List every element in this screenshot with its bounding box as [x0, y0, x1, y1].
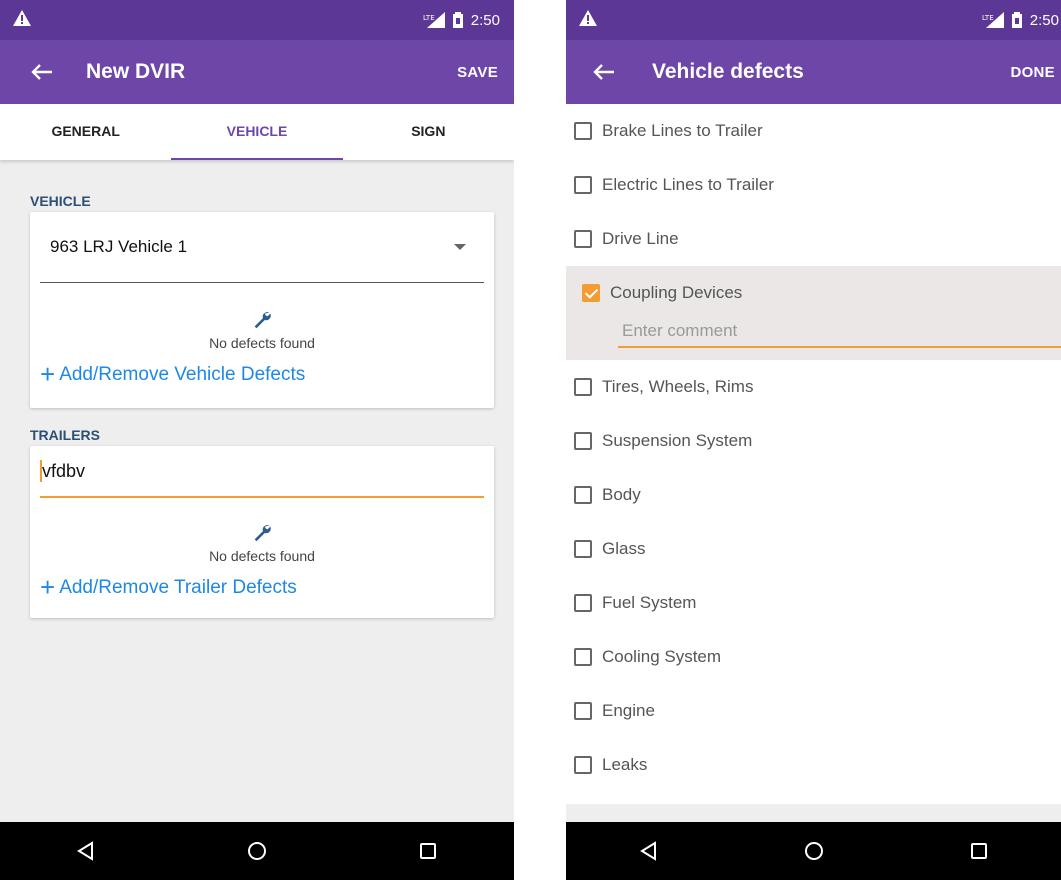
trailers-card: vfdbv No defects found + Add/Remove Trai…	[30, 446, 494, 618]
app-bar: New DVIR SAVE	[0, 40, 514, 104]
trailer-input[interactable]: vfdbv	[40, 446, 484, 498]
list-item[interactable]: Brake Lines to Trailer	[566, 104, 1061, 158]
trailer-no-defects-text: No defects found	[209, 548, 315, 564]
chevron-down-icon	[454, 244, 466, 250]
add-remove-vehicle-defects-link[interactable]: + Add/Remove Vehicle Defects	[30, 359, 494, 390]
circle-home-icon[interactable]	[244, 838, 270, 864]
checkbox[interactable]	[574, 594, 592, 612]
checkbox[interactable]	[574, 122, 592, 140]
defect-label: Engine	[602, 701, 655, 720]
checkbox[interactable]	[574, 702, 592, 720]
trailer-input-value: vfdbv	[42, 460, 86, 481]
vehicle-defects-screen: LTE 2:50 Vehicle defects DONE Brake Line…	[566, 0, 1061, 880]
triangle-back-icon[interactable]	[636, 838, 662, 864]
checkbox[interactable]	[574, 486, 592, 504]
defect-label: Suspension System	[602, 431, 753, 450]
list-item[interactable]: Engine	[566, 684, 1061, 738]
checkbox[interactable]	[574, 432, 592, 450]
tab-general[interactable]: GENERAL	[0, 104, 171, 160]
list-item[interactable]: Drive Line	[566, 212, 1061, 266]
tab-vehicle[interactable]: VEHICLE	[171, 104, 343, 160]
vehicle-card: 963 LRJ Vehicle 1 No defects found + Add…	[30, 212, 494, 408]
comment-input[interactable]: Enter comment	[618, 320, 1061, 348]
defect-label: Glass	[602, 539, 646, 558]
list-item[interactable]: Electric Lines to Trailer	[566, 158, 1061, 212]
checkbox[interactable]	[574, 230, 592, 248]
vehicle-select[interactable]: 963 LRJ Vehicle 1	[40, 212, 484, 283]
defect-label: Electric Lines to Trailer	[602, 175, 774, 194]
tab-sign[interactable]: SIGN	[343, 104, 514, 160]
square-recents-icon[interactable]	[966, 838, 992, 864]
list-item-checked[interactable]: Coupling Devices Enter comment	[566, 266, 1061, 360]
list-item[interactable]: Cooling System	[566, 630, 1061, 684]
checkbox[interactable]	[574, 540, 592, 558]
plus-icon: +	[40, 359, 56, 389]
defects-list: Brake Lines to Trailer Electric Lines to…	[566, 104, 1061, 792]
triangle-back-icon[interactable]	[73, 838, 99, 864]
checkbox[interactable]	[574, 648, 592, 666]
list-item[interactable]: Fuel System	[566, 576, 1061, 630]
arrow-back-icon[interactable]	[588, 56, 620, 88]
list-item[interactable]: Glass	[566, 522, 1061, 576]
wrench-icon	[254, 312, 271, 329]
warning-icon	[579, 10, 597, 26]
new-dvir-screen: LTE 2:50 New DVIR SAVE GENERAL VEHICLE S…	[0, 0, 514, 880]
clock-time: 2:50	[470, 11, 500, 29]
checkbox[interactable]	[574, 176, 592, 194]
vehicle-no-defects-text: No defects found	[209, 335, 315, 351]
defect-label: Drive Line	[602, 229, 679, 248]
arrow-back-icon[interactable]	[26, 56, 58, 88]
plus-icon: +	[40, 572, 56, 602]
add-remove-vehicle-defects-label: Add/Remove Vehicle Defects	[59, 363, 306, 385]
text-cursor	[40, 460, 42, 482]
svg-text:LTE: LTE	[982, 14, 994, 22]
signal-icon: LTE	[982, 12, 1004, 28]
status-bar: LTE 2:50	[566, 0, 1061, 40]
defect-label: Tires, Wheels, Rims	[602, 377, 754, 396]
add-remove-trailer-defects-label: Add/Remove Trailer Defects	[59, 576, 297, 598]
status-bar: LTE 2:50	[0, 0, 514, 40]
save-button[interactable]: SAVE	[457, 64, 498, 81]
svg-text:LTE: LTE	[423, 14, 435, 22]
checkbox[interactable]	[574, 756, 592, 774]
page-title: New DVIR	[86, 60, 186, 83]
vehicle-section-label: VEHICLE	[30, 193, 91, 209]
list-item[interactable]: Tires, Wheels, Rims	[566, 360, 1061, 414]
clock-time: 2:50	[1029, 11, 1059, 29]
defect-label: Leaks	[602, 755, 648, 774]
tab-bar: GENERAL VEHICLE SIGN	[0, 104, 514, 160]
defect-label: Body	[602, 485, 641, 504]
list-item[interactable]: Suspension System	[566, 414, 1061, 468]
checkbox-checked[interactable]	[582, 284, 600, 302]
square-recents-icon[interactable]	[415, 838, 441, 864]
battery-icon	[452, 12, 463, 28]
vehicle-selected-value: 963 LRJ Vehicle 1	[50, 237, 188, 256]
defect-label: Brake Lines to Trailer	[602, 121, 763, 140]
checkbox[interactable]	[574, 378, 592, 396]
warning-icon	[13, 10, 31, 26]
add-remove-trailer-defects-link[interactable]: + Add/Remove Trailer Defects	[30, 572, 494, 603]
trailers-section-label: TRAILERS	[30, 427, 100, 443]
defect-label: Fuel System	[602, 593, 697, 612]
system-nav-bar	[0, 822, 514, 880]
list-item[interactable]: Body	[566, 468, 1061, 522]
app-bar: Vehicle defects DONE	[566, 40, 1061, 104]
page-title: Vehicle defects	[652, 60, 804, 83]
signal-icon: LTE	[423, 12, 445, 28]
circle-home-icon[interactable]	[801, 838, 827, 864]
battery-icon	[1011, 12, 1022, 28]
wrench-icon	[254, 525, 271, 542]
list-footer-strip	[566, 804, 1061, 822]
system-nav-bar	[566, 822, 1061, 880]
list-item[interactable]: Leaks	[566, 738, 1061, 792]
defect-label: Coupling Devices	[610, 283, 743, 302]
done-button[interactable]: DONE	[1010, 64, 1055, 81]
defect-label: Cooling System	[602, 647, 722, 666]
